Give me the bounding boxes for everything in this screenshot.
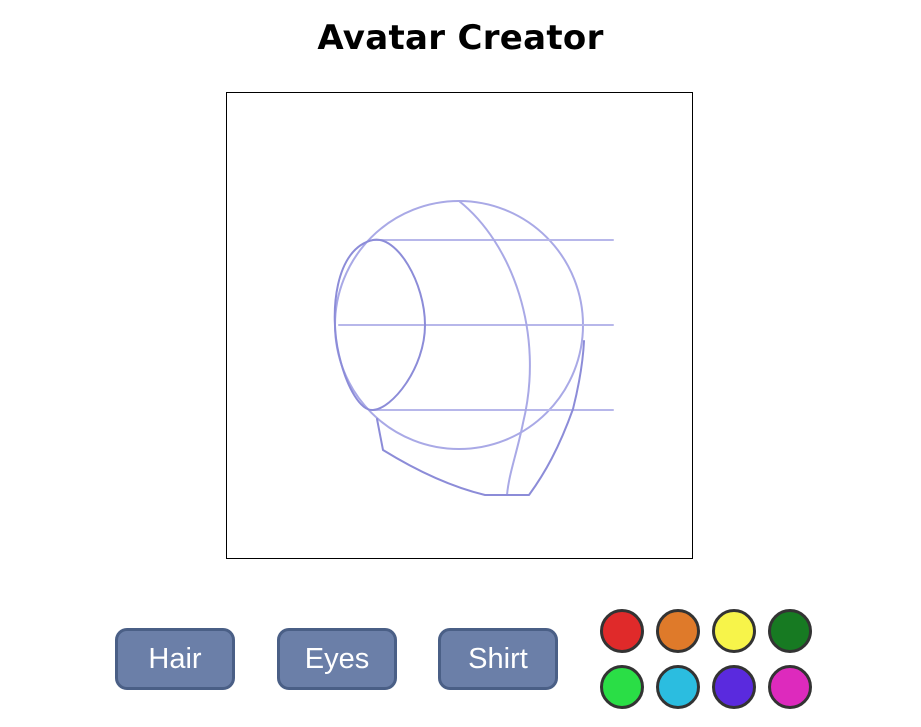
color-swatch-purple[interactable] <box>712 665 756 709</box>
shirt-button[interactable]: Shirt <box>438 628 558 690</box>
color-swatch-yellow[interactable] <box>712 609 756 653</box>
color-swatch-cyan[interactable] <box>656 665 700 709</box>
jaw-outline <box>376 340 585 496</box>
color-swatch-magenta[interactable] <box>768 665 812 709</box>
avatar-canvas[interactable] <box>226 92 693 559</box>
eyes-button[interactable]: Eyes <box>277 628 397 690</box>
head-sketch-drawing <box>333 200 614 496</box>
color-swatch-red[interactable] <box>600 609 644 653</box>
skull-center-line <box>458 200 531 496</box>
color-swatch-dark-green[interactable] <box>768 609 812 653</box>
color-swatch-orange[interactable] <box>656 609 700 653</box>
page-title: Avatar Creator <box>317 18 604 58</box>
hair-button[interactable]: Hair <box>115 628 235 690</box>
color-swatch-green[interactable] <box>600 665 644 709</box>
